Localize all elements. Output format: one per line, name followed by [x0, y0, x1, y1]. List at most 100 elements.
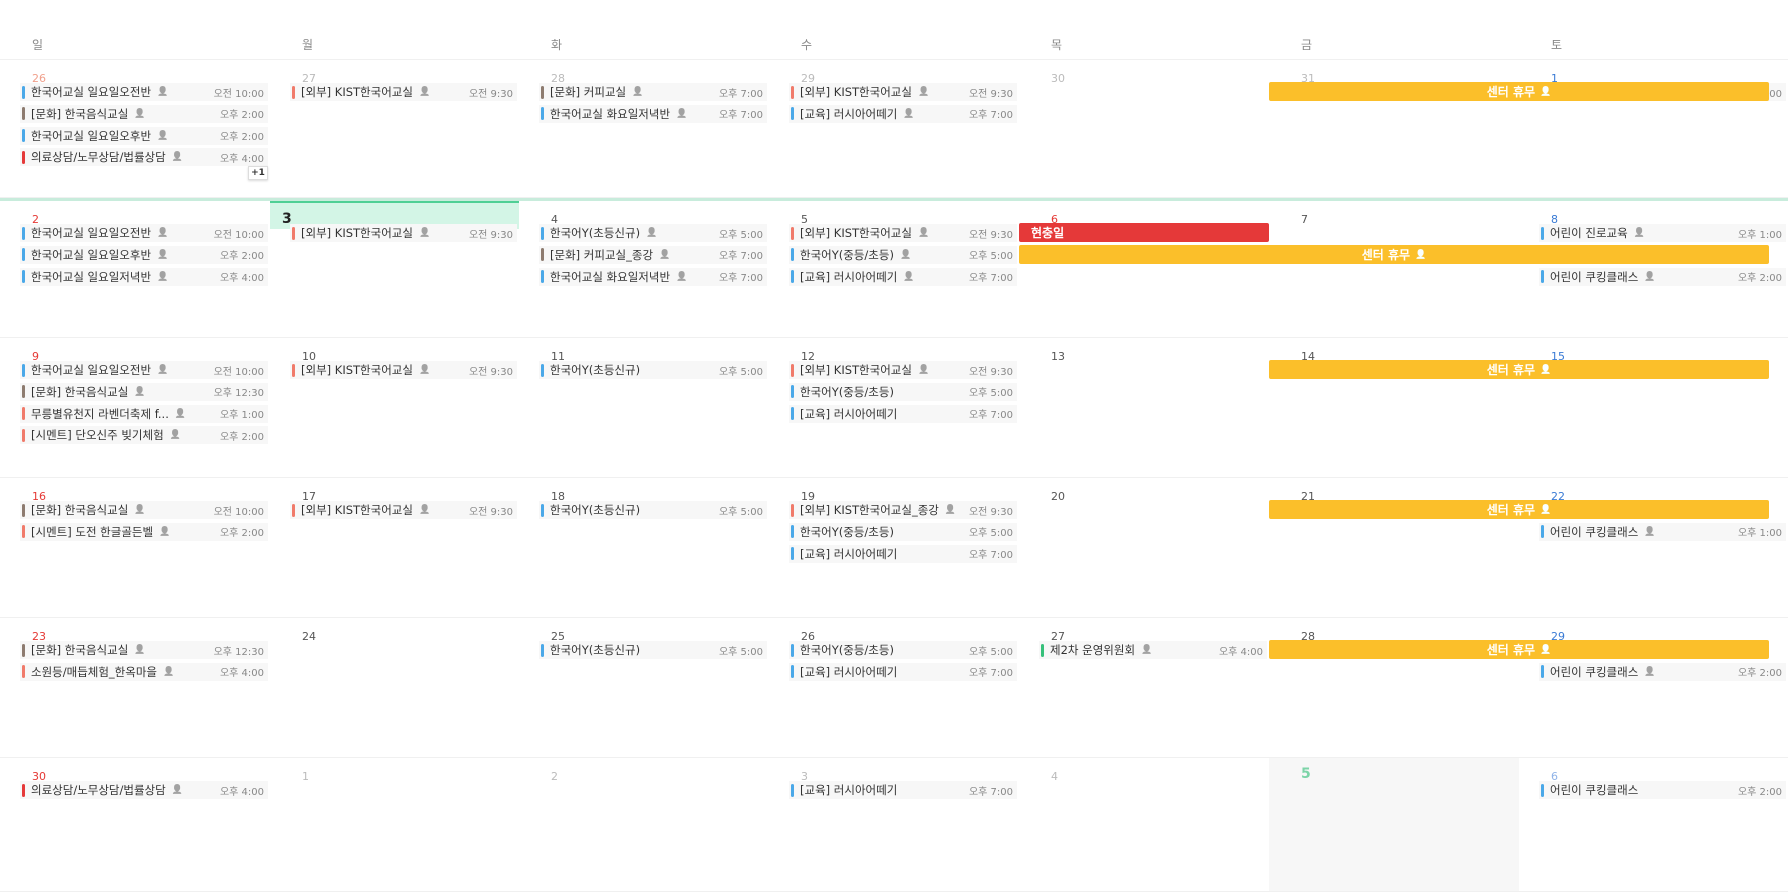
- day-cell[interactable]: 30 의료상담/노무상담/법률상담 👤 오후 4:00: [0, 758, 270, 891]
- calendar-event[interactable]: [문화] 한국음식교실 👤 오전 10:00: [20, 501, 268, 519]
- calendar-event[interactable]: 한국어Y(중등/초등) 오후 5:00: [789, 382, 1017, 401]
- calendar-event[interactable]: [외부] KIST한국어교실_종강 👤 오전 9:30: [789, 501, 1017, 519]
- calendar-event[interactable]: 한국어Y(초등신규) 오후 5:00: [539, 501, 767, 519]
- day-cell[interactable]: 5: [1269, 758, 1519, 891]
- calendar-event[interactable]: 어린이 쿠킹클래스 👤 오후 1:00: [1539, 522, 1786, 541]
- day-cell[interactable]: 27 [외부] KIST한국어교실 👤 오전 9:30: [270, 60, 519, 197]
- day-cell[interactable]: 30: [1019, 60, 1269, 197]
- all-day-event[interactable]: 센터 휴무 👤: [1269, 500, 1769, 519]
- calendar-event[interactable]: 어린이 쿠킹클래스 오후 2:00: [1539, 781, 1786, 799]
- day-cell[interactable]: 3 [교육] 러시아어떼기 오후 7:00: [769, 758, 1019, 891]
- calendar-event[interactable]: [교육] 러시아어떼기 오후 7:00: [789, 544, 1017, 563]
- day-cell[interactable]: 28 [문화] 커피교실 👤 오후 7:00 한국어교실 화요일저녁반 👤 오후 7:00: [519, 60, 769, 197]
- day-cell[interactable]: 29 어린이 쿠킹클래스 👤 오후 2:00: [1519, 618, 1788, 757]
- calendar-event[interactable]: [외부] KIST한국어교실 👤 오전 9:30: [290, 361, 517, 379]
- calendar-event[interactable]: 의료상담/노무상담/법률상담 👤 오후 4:00: [20, 148, 268, 167]
- calendar-event[interactable]: [문화] 커피교실_종강 👤 오후 7:00: [539, 245, 767, 264]
- calendar-event[interactable]: [문화] 한국음식교실 👤 오후 12:30: [20, 641, 268, 659]
- calendar-event[interactable]: [외부] KIST한국어교실 👤 오전 9:30: [789, 83, 1017, 101]
- event-time: 오후 12:30: [213, 646, 264, 658]
- calendar-event[interactable]: 한국어교실 일요일오전반 👤 오전 10:00: [20, 224, 268, 242]
- day-cell[interactable]: 10 [외부] KIST한국어교실 👤 오전 9:30: [270, 338, 519, 477]
- day-cell[interactable]: 26 한국어Y(중등/초등) 오후 5:00 [교육] 러시아어떼기 오후 7:00: [769, 618, 1019, 757]
- all-day-event[interactable]: 현충일: [1019, 223, 1269, 242]
- day-cell[interactable]: 2 한국어교실 일요일오전반 👤 오전 10:00 한국어교실 일요일오후반 👤 오후 2:…: [0, 201, 270, 337]
- day-cell[interactable]: 14: [1269, 338, 1519, 477]
- day-cell[interactable]: 1어린이 진로교육👤오후 2:00: [1519, 60, 1788, 197]
- calendar-event[interactable]: [외부] KIST한국어교실 👤 오전 9:30: [290, 224, 517, 242]
- day-cell[interactable]: 7: [1269, 201, 1519, 337]
- calendar-event[interactable]: 한국어Y(초등신규) 오후 5:00: [539, 361, 767, 379]
- day-cell[interactable]: 2: [519, 758, 769, 891]
- calendar-event[interactable]: 의료상담/노무상담/법률상담 👤 오후 4:00: [20, 781, 268, 799]
- calendar-event[interactable]: [문화] 한국음식교실 👤 오후 12:30: [20, 382, 268, 401]
- calendar-event[interactable]: 한국어Y(중등/초등) 👤 오후 5:00: [789, 245, 1017, 264]
- calendar-event[interactable]: [문화] 한국음식교실 👤 오후 2:00: [20, 104, 268, 123]
- all-day-event[interactable]: 센터 휴무 👤: [1269, 82, 1769, 101]
- calendar-event[interactable]: 어린이 진로교육 👤 오후 1:00: [1539, 224, 1786, 242]
- calendar-event[interactable]: [외부] KIST한국어교실 👤 오전 9:30: [290, 501, 517, 519]
- calendar-event[interactable]: 한국어교실 일요일오전반 👤 오전 10:00: [20, 83, 268, 101]
- day-cell[interactable]: 22 어린이 쿠킹클래스 👤 오후 1:00: [1519, 478, 1788, 617]
- all-day-event[interactable]: 센터 휴무 👤: [1019, 245, 1769, 264]
- calendar-event[interactable]: [외부] KIST한국어교실 👤 오전 9:30: [789, 361, 1017, 379]
- calendar-event[interactable]: 한국어교실 일요일오후반 👤 오후 2:00: [20, 126, 268, 145]
- calendar-event[interactable]: [교육] 러시아어떼기 👤 오후 7:00: [789, 104, 1017, 123]
- calendar-event[interactable]: [외부] KIST한국어교실 👤 오전 9:30: [789, 224, 1017, 242]
- calendar-event[interactable]: 한국어교실 일요일오후반 👤 오후 2:00: [20, 245, 268, 264]
- day-cell[interactable]: 6: [1019, 201, 1269, 337]
- event-time: 오후 1:00: [219, 410, 264, 422]
- day-cell[interactable]: 13: [1019, 338, 1269, 477]
- calendar-event[interactable]: 한국어Y(중등/초등) 오후 5:00: [789, 522, 1017, 541]
- day-cell[interactable]: 28: [1269, 618, 1519, 757]
- day-cell[interactable]: 25 한국어Y(초등신규) 오후 5:00: [519, 618, 769, 757]
- calendar-event[interactable]: 한국어교실 화요일저녁반 👤 오후 7:00: [539, 267, 767, 286]
- day-cell[interactable]: 18 한국어Y(초등신규) 오후 5:00: [519, 478, 769, 617]
- calendar-event[interactable]: 한국어교실 화요일저녁반 👤 오후 7:00: [539, 104, 767, 123]
- calendar-event[interactable]: 한국어Y(중등/초등) 오후 5:00: [789, 641, 1017, 659]
- day-cell[interactable]: 29 [외부] KIST한국어교실 👤 오전 9:30 [교육] 러시아어떼기 👤 오후 7…: [769, 60, 1019, 197]
- day-cell[interactable]: 9 한국어교실 일요일오전반 👤 오전 10:00 [문화] 한국음식교실 👤 오후 12:…: [0, 338, 270, 477]
- calendar-event[interactable]: 한국어교실 일요일저녁반 👤 오후 4:00: [20, 267, 268, 286]
- calendar-event[interactable]: [시멘트] 단오신주 빚기체험 👤 오후 2:00: [20, 426, 268, 445]
- day-cell[interactable]: 8 어린이 진로교육 👤 오후 1:00 어린이 쿠킹클래스 👤 오후 2:00: [1519, 201, 1788, 337]
- day-cell[interactable]: 24: [270, 618, 519, 757]
- day-cell[interactable]: 4: [1019, 758, 1269, 891]
- day-cell[interactable]: 1: [270, 758, 519, 891]
- day-cell[interactable]: 31: [1269, 60, 1519, 197]
- calendar-event[interactable]: 무릉별유천지 라벤더축제 f... 👤 오후 1:00: [20, 404, 268, 423]
- all-day-event[interactable]: 센터 휴무 👤: [1269, 360, 1769, 379]
- calendar-event[interactable]: [교육] 러시아어떼기 오후 7:00: [789, 404, 1017, 423]
- day-cell[interactable]: 23 [문화] 한국음식교실 👤 오후 12:30 소원등/매듭체험_한옥마을 👤 오후 4…: [0, 618, 270, 757]
- day-cell[interactable]: 21: [1269, 478, 1519, 617]
- calendar-event[interactable]: 어린이 쿠킹클래스 👤 오후 2:00: [1539, 662, 1786, 681]
- day-cell[interactable]: 11 한국어Y(초등신규) 오후 5:00: [519, 338, 769, 477]
- calendar-event[interactable]: [교육] 러시아어떼기 오후 7:00: [789, 662, 1017, 681]
- event-time: 오후 4:00: [219, 786, 264, 798]
- calendar-event[interactable]: [시멘트] 도전 한글골든벨 👤 오후 2:00: [20, 522, 268, 541]
- day-cell[interactable]: 5 [외부] KIST한국어교실 👤 오전 9:30 한국어Y(중등/초등) 👤 오후 5:…: [769, 201, 1019, 337]
- calendar-event[interactable]: [외부] KIST한국어교실 👤 오전 9:30: [290, 83, 517, 101]
- day-cell[interactable]: 27 제2차 운영위원회 👤 오후 4:00: [1019, 618, 1269, 757]
- day-cell[interactable]: 3 [외부] KIST한국어교실 👤 오전 9:30: [270, 201, 519, 337]
- calendar-event[interactable]: [문화] 커피교실 👤 오후 7:00: [539, 83, 767, 101]
- day-cell[interactable]: 26 한국어교실 일요일오전반 👤 오전 10:00 [문화] 한국음식교실 👤 오후 2:…: [0, 60, 270, 197]
- calendar-event[interactable]: 한국어교실 일요일오전반 👤 오전 10:00: [20, 361, 268, 379]
- calendar-event[interactable]: 소원등/매듭체험_한옥마을 👤 오후 4:00: [20, 662, 268, 681]
- calendar-event[interactable]: 제2차 운영위원회 👤 오후 4:00: [1039, 641, 1267, 659]
- day-cell[interactable]: 6 어린이 쿠킹클래스 오후 2:00: [1519, 758, 1788, 891]
- calendar-event[interactable]: [교육] 러시아어떼기 👤 오후 7:00: [789, 267, 1017, 286]
- calendar-event[interactable]: [교육] 러시아어떼기 오후 7:00: [789, 781, 1017, 799]
- calendar-event[interactable]: 한국어Y(초등신규) 👤 오후 5:00: [539, 224, 767, 242]
- day-cell[interactable]: 12 [외부] KIST한국어교실 👤 오전 9:30 한국어Y(중등/초등) 오후 5:…: [769, 338, 1019, 477]
- day-cell[interactable]: 15: [1519, 338, 1788, 477]
- day-cell[interactable]: 16 [문화] 한국음식교실 👤 오전 10:00 [시멘트] 도전 한글골든벨 👤 오후 …: [0, 478, 270, 617]
- day-cell[interactable]: 19 [외부] KIST한국어교실_종강 👤 오전 9:30 한국어Y(중등/초등) 오후…: [769, 478, 1019, 617]
- calendar-event[interactable]: 어린이 쿠킹클래스 👤 오후 2:00: [1539, 267, 1786, 286]
- day-cell[interactable]: 20: [1019, 478, 1269, 617]
- day-cell[interactable]: 17 [외부] KIST한국어교실 👤 오전 9:30: [270, 478, 519, 617]
- all-day-event[interactable]: 센터 휴무 👤: [1269, 640, 1769, 659]
- calendar-event[interactable]: 한국어Y(초등신규) 오후 5:00: [539, 641, 767, 659]
- more-events-button[interactable]: +1: [248, 166, 268, 181]
- day-cell[interactable]: 4 한국어Y(초등신규) 👤 오후 5:00 [문화] 커피교실_종강 👤 오후 7:00 한…: [519, 201, 769, 337]
